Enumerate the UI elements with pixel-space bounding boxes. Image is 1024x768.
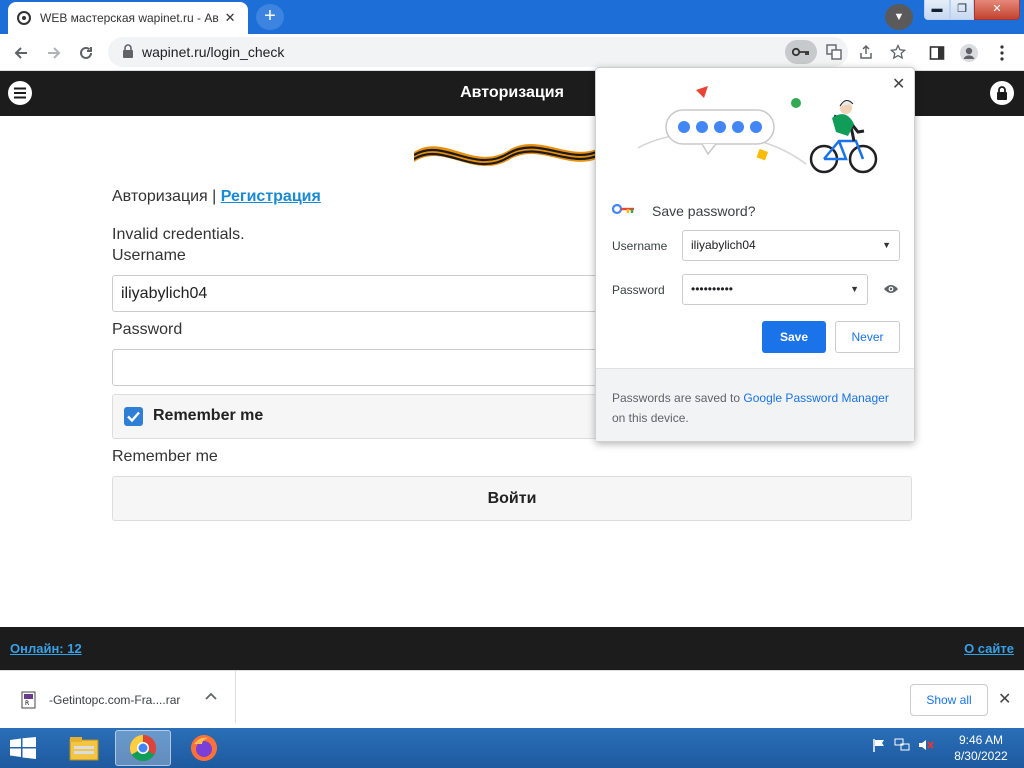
reload-icon[interactable] xyxy=(73,40,99,66)
chevron-down-icon: ▼ xyxy=(850,284,859,294)
browser-titlebar: WEB мастерская wapinet.ru - Ав ✕ + ▼ ▬ ❐… xyxy=(0,0,1024,34)
download-item[interactable]: R -Getintopc.com-Fra....rar xyxy=(0,671,236,723)
error-message: Invalid credentials. xyxy=(112,226,245,243)
url-text[interactable]: wapinet.ru/login_check xyxy=(142,44,284,60)
username-label: Username xyxy=(112,247,186,264)
clock-date: 8/30/2022 xyxy=(954,749,1008,763)
cyclist-illustration xyxy=(636,86,886,191)
rar-file-icon: R xyxy=(20,691,38,714)
window-maximize-button[interactable]: ❐ xyxy=(950,0,974,20)
forward-arrow-icon[interactable] xyxy=(41,40,67,66)
clock-time: 9:46 AM xyxy=(958,733,1004,747)
lock-icon[interactable] xyxy=(122,44,134,63)
bubble-password-select[interactable]: •••••••••• ▼ xyxy=(682,274,868,305)
auth-links: Авторизация | Регистрация xyxy=(112,188,321,206)
online-count-link[interactable]: Онлайн: 12 xyxy=(10,641,82,656)
side-panel-icon[interactable] xyxy=(924,40,950,66)
tab-close-icon[interactable]: ✕ xyxy=(220,10,240,26)
system-tray xyxy=(872,738,934,757)
chrome-taskbar-icon[interactable] xyxy=(115,730,171,766)
browser-tab[interactable]: WEB мастерская wapinet.ru - Ав ✕ xyxy=(8,2,248,34)
lock-icon[interactable] xyxy=(990,81,1014,105)
footer-text: Passwords are saved to xyxy=(612,391,744,405)
new-tab-button[interactable]: + xyxy=(256,4,284,30)
password-manager-key-icon xyxy=(611,202,636,220)
chevron-up-icon[interactable] xyxy=(205,689,217,703)
network-icon[interactable] xyxy=(894,738,910,757)
remember-me-checkbox[interactable] xyxy=(124,407,143,426)
about-link[interactable]: О сайте xyxy=(964,641,1014,656)
profile-avatar-icon[interactable] xyxy=(956,40,982,66)
svg-text:R: R xyxy=(25,700,29,707)
browser-menu-icon[interactable] xyxy=(989,40,1015,66)
download-filename: -Getintopc.com-Fra....rar xyxy=(49,693,181,707)
taskbar-clock[interactable]: 9:46 AM 8/30/2022 xyxy=(946,732,1016,764)
remember-me-label: Remember me xyxy=(112,448,218,465)
bubble-password-label: Password xyxy=(612,283,665,297)
auth-label: Авторизация | xyxy=(112,188,221,205)
bubble-footer: Passwords are saved to Google Password M… xyxy=(596,368,914,441)
browser-toolbar: wapinet.ru/login_check xyxy=(0,34,1024,71)
back-arrow-icon[interactable] xyxy=(8,40,34,66)
windows-taskbar: 9:46 AM 8/30/2022 xyxy=(0,728,1024,768)
address-bar[interactable]: wapinet.ru/login_check xyxy=(108,37,906,67)
show-all-button[interactable]: Show all xyxy=(910,684,988,716)
never-button[interactable]: Never xyxy=(835,321,900,353)
bubble-username-label: Username xyxy=(612,239,668,253)
translate-icon[interactable] xyxy=(824,42,844,62)
close-icon[interactable]: ✕ xyxy=(892,74,905,94)
flag-icon[interactable] xyxy=(872,738,886,757)
tab-title: WEB мастерская wapinet.ru - Ав xyxy=(40,11,219,25)
window-close-button[interactable]: ✕ xyxy=(974,0,1020,20)
save-button[interactable]: Save xyxy=(762,321,826,353)
site-footer: Онлайн: 12 О сайте xyxy=(0,627,1024,670)
dialog-title: Save password? xyxy=(652,203,756,219)
save-password-dialog: ✕ Save password? Username iliyabylich04 … xyxy=(595,67,915,442)
file-explorer-icon[interactable] xyxy=(56,730,112,766)
close-icon[interactable]: ✕ xyxy=(998,689,1011,709)
password-label: Password xyxy=(112,321,183,338)
share-icon[interactable] xyxy=(856,42,876,62)
password-key-icon[interactable] xyxy=(785,40,817,64)
bookmark-star-icon[interactable] xyxy=(888,42,908,62)
bubble-username-select[interactable]: iliyabylich04 ▼ xyxy=(682,230,900,261)
footer-text-end: on this device. xyxy=(612,411,689,425)
window-minimize-button[interactable]: ▬ xyxy=(924,0,950,20)
bubble-username-value: iliyabylich04 xyxy=(691,238,756,252)
firefox-taskbar-icon[interactable] xyxy=(176,730,232,766)
login-button[interactable]: Войти xyxy=(112,476,912,521)
st-george-ribbon-image xyxy=(413,132,600,177)
downloads-bar: R -Getintopc.com-Fra....rar Show all ✕ xyxy=(0,670,1024,728)
volume-muted-icon[interactable] xyxy=(918,738,934,757)
bubble-password-value: •••••••••• xyxy=(691,282,734,296)
remember-me-checkbox-label[interactable]: Remember me xyxy=(153,407,263,425)
tab-search-chevron-icon[interactable]: ▼ xyxy=(885,4,913,30)
eye-icon[interactable] xyxy=(883,282,899,300)
password-manager-link[interactable]: Google Password Manager xyxy=(743,391,888,405)
site-favicon-icon xyxy=(16,10,32,26)
chevron-down-icon: ▼ xyxy=(882,240,891,250)
register-link[interactable]: Регистрация xyxy=(221,188,321,205)
windows-start-icon[interactable] xyxy=(6,734,40,762)
